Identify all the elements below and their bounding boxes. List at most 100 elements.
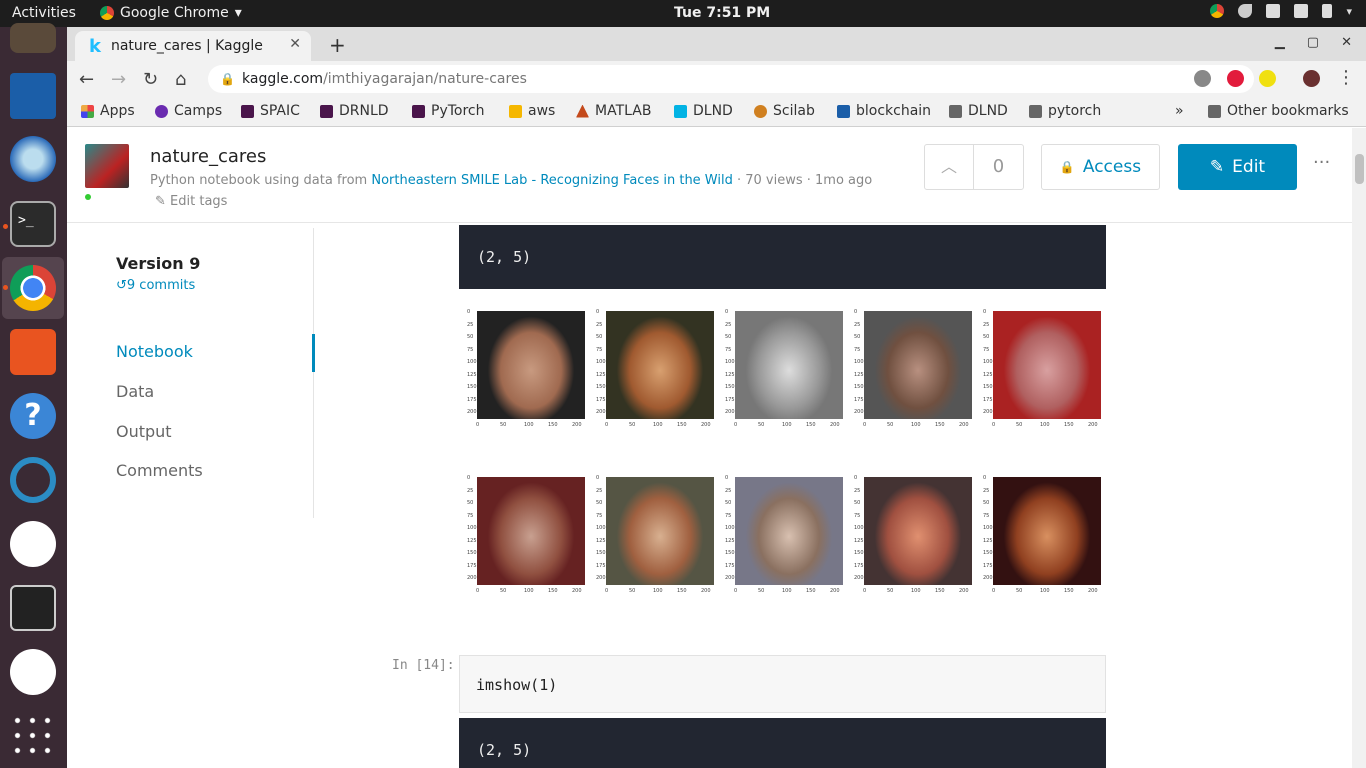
anaconda-icon[interactable] [10,457,56,503]
y-tick-label: 0 [983,475,987,481]
nav-output[interactable]: Output [116,422,172,441]
y-tick-label: 75 [467,346,474,353]
extension-red-icon[interactable] [1227,70,1244,87]
chrome-dock-icon[interactable] [10,265,56,311]
aws-cube-icon [509,104,522,118]
dataset-link[interactable]: Northeastern SMILE Lab - Recognizing Fac… [371,173,733,188]
app-menu[interactable]: Google Chrome ▾ [100,5,242,21]
y-tick-label: 175 [467,396,477,403]
y-tick-label: 200 [596,409,606,415]
bookmark-pytorch[interactable]: PyTorch [412,103,484,119]
chrome-icon [100,6,114,20]
avatar[interactable] [85,144,129,188]
bookmark-scilab[interactable]: Scilab [754,103,815,119]
x-tick-label: 100 [653,588,663,594]
night-light-icon[interactable] [1238,4,1253,18]
activities-button[interactable]: Activities [12,5,76,21]
y-tick-label: 175 [596,562,606,569]
x-tick-label: 150 [677,588,687,594]
y-tick-label: 75 [983,512,990,519]
scilab-icon [754,104,767,118]
terminal-icon[interactable]: >_ [10,201,56,247]
face-image-row: 0 25 50 75 100 125 150 175 200 0 50 100 150 200 0 25 50 7… [459,475,1106,599]
y-tick-label: 0 [983,309,987,315]
speaker-app-icon[interactable] [10,23,56,53]
thunderbird-icon[interactable] [10,136,56,182]
volume-icon[interactable] [1294,4,1309,18]
wifi-icon[interactable] [1266,4,1281,18]
code-cell[interactable]: imshow(1) [459,655,1106,713]
profile-avatar[interactable] [1303,70,1320,87]
scrollbar-thumb[interactable] [1355,154,1364,184]
mongodb-compass-icon[interactable] [10,649,56,695]
chrome-menu-icon[interactable]: ⋮ [1337,67,1355,88]
edit-tags-link[interactable]: ✎ Edit tags [155,194,227,209]
vote-count: 0 [992,156,1005,177]
chrome-tray-icon[interactable] [1210,4,1225,18]
lock-icon[interactable]: 🔒 [220,65,235,93]
new-tab-button[interactable]: + [329,33,346,57]
back-button[interactable]: ← [79,69,94,90]
close-tab-icon[interactable]: ✕ [289,36,301,52]
more-options-button[interactable]: ··· [1313,152,1330,173]
bookmark-camps[interactable]: Camps [155,103,222,119]
bookmark-drnld[interactable]: DRNLD [320,103,389,119]
access-button[interactable]: 🔒 Access [1041,144,1160,190]
upvote-button[interactable]: ︿ [925,145,975,189]
reload-button[interactable]: ↻ [143,69,158,90]
bookmark-folder-dlnd[interactable]: DLND [949,103,1008,119]
edit-button[interactable]: ✎ Edit [1178,144,1297,190]
bookmark-spaic[interactable]: SPAIC [241,103,300,119]
slack-icon[interactable] [10,521,56,567]
minimize-button[interactable]: ▁ [1275,35,1285,50]
show-applications-icon[interactable] [10,713,56,759]
bookmark-aws[interactable]: aws [509,103,555,119]
bookmark-apps[interactable]: Apps [81,103,135,119]
y-tick-label: 0 [467,309,471,315]
y-tick-label: 200 [467,409,477,415]
chevron-down-icon[interactable]: ▾ [1346,5,1352,18]
y-tick-label: 150 [983,384,993,390]
nav-comments[interactable]: Comments [116,461,203,480]
software-center-icon[interactable] [10,329,56,375]
redis-app-icon[interactable] [10,585,56,631]
x-tick-label: 100 [911,588,921,594]
browser-tab[interactable]: k nature_cares | Kaggle ✕ [75,31,311,61]
bookmark-blockchain[interactable]: blockchain [837,103,931,119]
home-button[interactable]: ⌂ [175,69,186,90]
bookmark-folder-pytorch[interactable]: pytorch [1029,103,1101,119]
other-bookmarks[interactable]: Other bookmarks [1208,103,1349,119]
y-tick-label: 200 [467,575,477,581]
close-window-button[interactable]: ✕ [1341,35,1352,50]
bookmarks-overflow[interactable]: » [1175,103,1184,119]
nav-notebook[interactable]: Notebook [116,342,193,361]
commits-link[interactable]: ↺9 commits [116,278,195,293]
x-tick-label: 200 [1088,422,1098,428]
translate-extension-icon[interactable] [1194,70,1211,87]
y-tick-label: 25 [596,487,603,494]
forward-button[interactable]: → [111,69,126,90]
x-tick-label: 200 [830,422,840,428]
face-image [993,477,1101,585]
system-tray[interactable]: ▾ [1210,4,1352,18]
extension-yellow-icon[interactable] [1259,70,1276,87]
address-bar[interactable]: 🔒 kaggle.com/imthiyagarajan/nature-cares… [208,65,1254,93]
bookmark-dlnd[interactable]: DLND [674,103,733,119]
system-top-bar: Activities Google Chrome ▾ Tue 7:51 PM ▾ [0,0,1366,27]
y-tick-label: 125 [725,537,735,544]
x-tick-label: 150 [548,588,558,594]
maximize-button[interactable]: ▢ [1307,35,1319,50]
bookmark-matlab[interactable]: MATLAB [576,103,651,119]
libreoffice-writer-icon[interactable] [10,73,56,119]
nav-data[interactable]: Data [116,382,154,401]
y-tick-label: 150 [854,384,864,390]
online-indicator [85,194,91,200]
y-tick-label: 175 [854,562,864,569]
battery-icon[interactable] [1322,4,1333,18]
x-tick-label: 200 [1088,588,1098,594]
help-icon[interactable]: ? [10,393,56,439]
x-tick-label: 50 [500,588,507,594]
clock[interactable]: Tue 7:51 PM [674,5,770,21]
x-tick-label: 200 [701,588,711,594]
scrollbar[interactable] [1352,128,1366,768]
